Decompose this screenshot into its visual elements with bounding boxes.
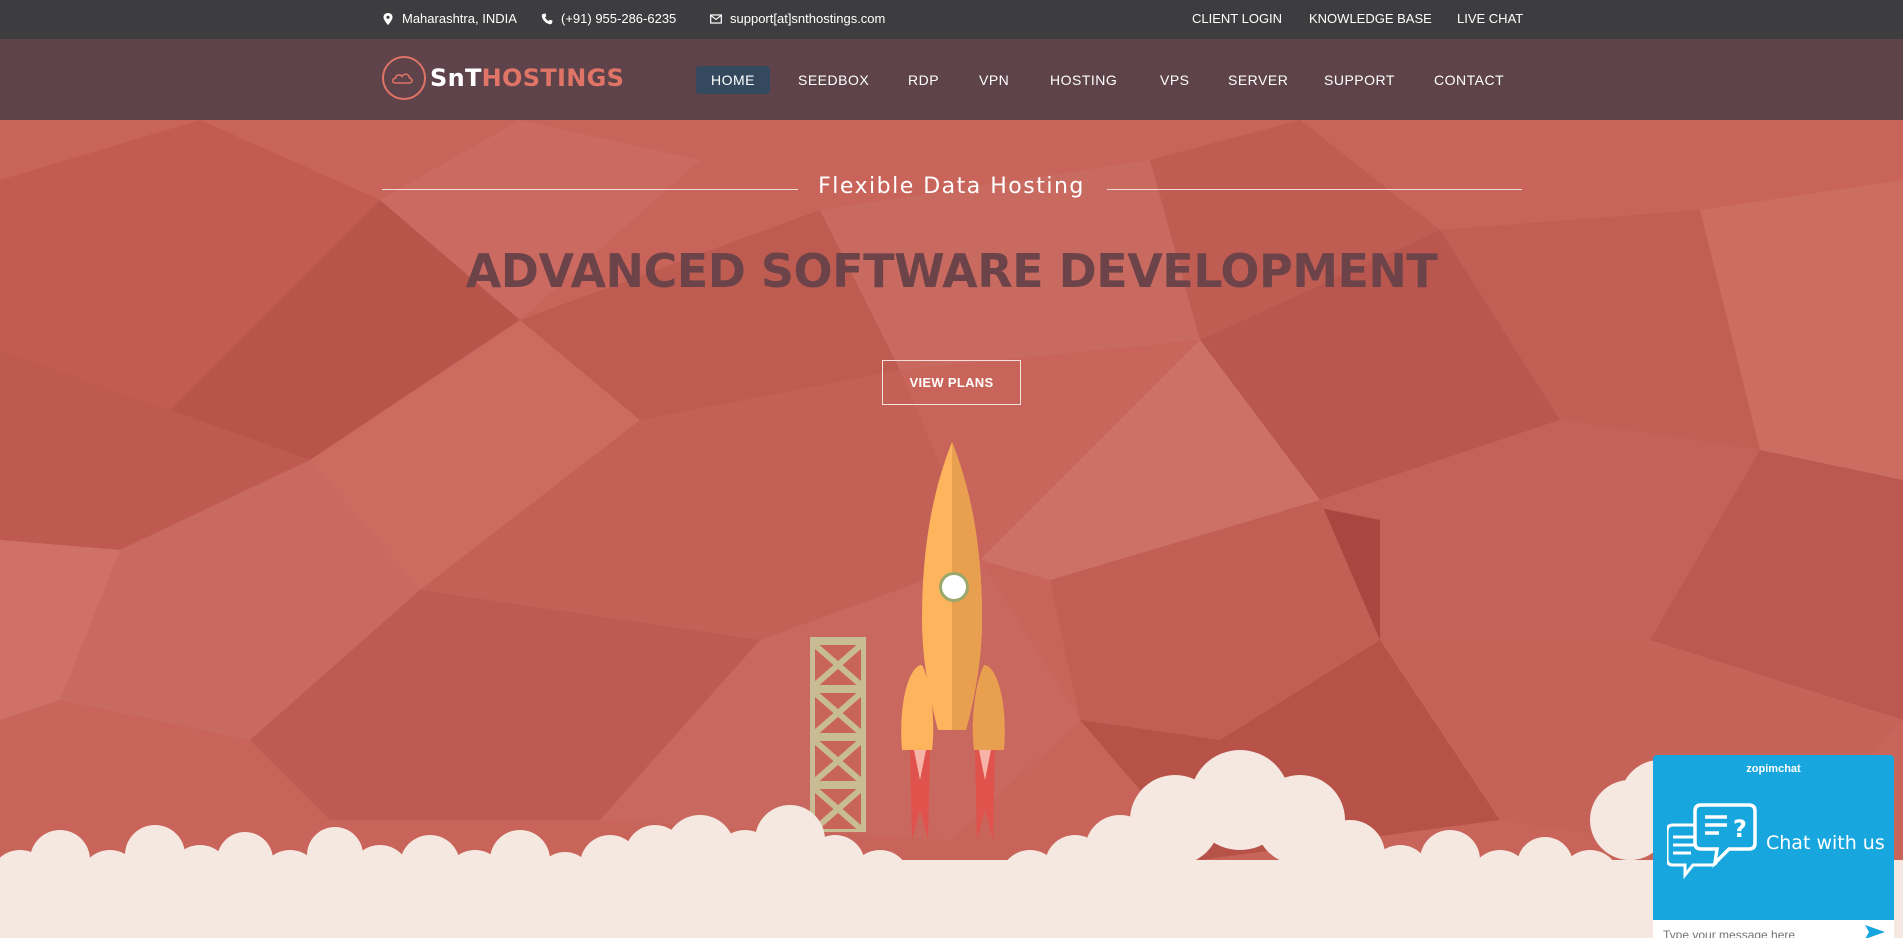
hero-subtitle: Flexible Data Hosting bbox=[818, 174, 1085, 199]
nav-item-support[interactable]: SUPPORT bbox=[1324, 66, 1395, 94]
cloud-logo-icon bbox=[382, 56, 426, 100]
nav-item-seedbox[interactable]: SEEDBOX bbox=[798, 66, 869, 94]
email-info[interactable]: support[at]snthostings.com bbox=[710, 11, 885, 26]
nav-item-home[interactable]: HOME bbox=[696, 66, 770, 94]
phone-text: (+91) 955-286-6235 bbox=[561, 11, 677, 26]
logo-text-hostings: HOSTINGS bbox=[481, 64, 625, 92]
main-navigation: SnTHOSTINGS HOME SEEDBOX RDP VPN HOSTING… bbox=[0, 39, 1903, 120]
hero-headline: ADVANCED SOFTWARE DEVELOPMENT bbox=[465, 244, 1438, 298]
chat-title: Chat with us bbox=[1766, 832, 1885, 854]
svg-text:?: ? bbox=[1733, 815, 1747, 843]
phone-icon bbox=[541, 13, 553, 24]
envelope-icon bbox=[710, 13, 722, 24]
location-text: Maharashtra, INDIA bbox=[402, 11, 517, 26]
nav-item-server[interactable]: SERVER bbox=[1228, 66, 1288, 94]
phone-info: (+91) 955-286-6235 bbox=[541, 11, 676, 26]
live-chat-link[interactable]: LIVE CHAT bbox=[1457, 11, 1523, 26]
nav-item-hosting[interactable]: HOSTING bbox=[1050, 66, 1117, 94]
logo-text: SnTHOSTINGS bbox=[430, 64, 624, 92]
chat-bubble-icon: ? bbox=[1667, 803, 1757, 880]
client-login-link[interactable]: CLIENT LOGIN bbox=[1192, 11, 1282, 26]
logo-text-snt: SnT bbox=[430, 64, 482, 92]
chat-message-input[interactable] bbox=[1653, 920, 1894, 938]
nav-item-vps[interactable]: VPS bbox=[1160, 66, 1190, 94]
send-icon[interactable] bbox=[1865, 925, 1885, 938]
map-marker-icon bbox=[383, 12, 393, 25]
nav-item-vpn[interactable]: VPN bbox=[979, 66, 1009, 94]
hero-background bbox=[0, 120, 1903, 938]
top-bar: Maharashtra, INDIA (+91) 955-286-6235 su… bbox=[0, 0, 1903, 39]
location-info: Maharashtra, INDIA bbox=[382, 11, 517, 26]
site-logo[interactable]: SnTHOSTINGS bbox=[381, 55, 624, 101]
knowledge-base-link[interactable]: KNOWLEDGE BASE bbox=[1309, 11, 1432, 26]
nav-item-contact[interactable]: CONTACT bbox=[1434, 66, 1504, 94]
launch-tower bbox=[810, 637, 866, 832]
email-text[interactable]: support[at]snthostings.com bbox=[730, 11, 885, 26]
chat-brand: zopimchat bbox=[1746, 763, 1801, 775]
chat-widget[interactable]: zopimchat ? Chat with us bbox=[1653, 755, 1894, 938]
view-plans-button[interactable]: VIEW PLANS bbox=[882, 360, 1021, 405]
hero-section: Flexible Data Hosting ADVANCED SOFTWARE … bbox=[0, 120, 1903, 938]
nav-item-rdp[interactable]: RDP bbox=[908, 66, 939, 94]
